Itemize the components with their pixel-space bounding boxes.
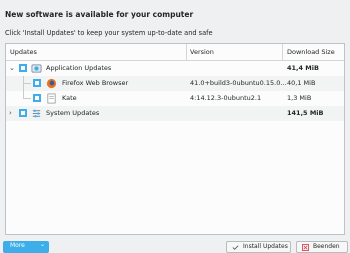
install-updates-label: Install Updates [243,243,288,250]
table-header: Updates Version Download Size [6,44,344,61]
chevron-down-icon: ⌄ [40,241,46,248]
table-row[interactable]: Kate 4:14.12.3-0ubuntu2.1 1,3 MiB [6,91,344,106]
row-version: 41.0+build3-0ubuntu0.15.0... [190,79,287,87]
row-size: 40,1 MiB [287,79,316,87]
row-name: Application Updates [46,64,112,72]
column-download-size[interactable]: Download Size [287,48,335,56]
row-size: 141,5 MiB [287,109,324,117]
checkbox-application-updates[interactable] [19,64,27,72]
table-row[interactable]: › System Updates 141,5 MiB [6,106,344,121]
updates-table[interactable]: Updates Version Download Size ⌄ Applicat… [5,43,345,235]
kate-icon [47,93,56,104]
row-name: System Updates [46,109,100,117]
row-size: 41,4 MiB [287,64,319,72]
table-row[interactable]: Firefox Web Browser 41.0+build3-0ubuntu0… [6,76,344,91]
system-updates-icon [32,109,41,118]
dialog-subheading: Click 'Install Updates' to keep your sys… [5,29,213,37]
checkbox-firefox[interactable] [33,79,41,87]
install-updates-button[interactable]: Install Updates [226,241,291,253]
row-version: 4:14.12.3-0ubuntu2.1 [190,94,262,102]
more-button-label: More [10,242,25,249]
column-version[interactable]: Version [190,48,214,56]
row-size: 1,3 MiB [287,94,312,102]
more-button[interactable]: More ⌄ [3,241,49,253]
quit-button-label: Beenden [313,243,340,250]
quit-button[interactable]: Beenden [296,241,348,253]
application-updates-icon [31,64,42,73]
dialog-heading: New software is available for your compu… [5,10,194,19]
column-updates[interactable]: Updates [10,48,37,56]
checkbox-system-updates[interactable] [19,109,27,117]
firefox-icon [46,78,57,89]
row-name: Firefox Web Browser [62,79,129,87]
row-name: Kate [62,94,77,102]
table-row[interactable]: ⌄ Application Updates 41,4 MiB [6,61,344,76]
chevron-down-icon[interactable]: ⌄ [9,64,15,72]
checkbox-kate[interactable] [33,94,41,102]
chevron-right-icon[interactable]: › [9,109,12,117]
